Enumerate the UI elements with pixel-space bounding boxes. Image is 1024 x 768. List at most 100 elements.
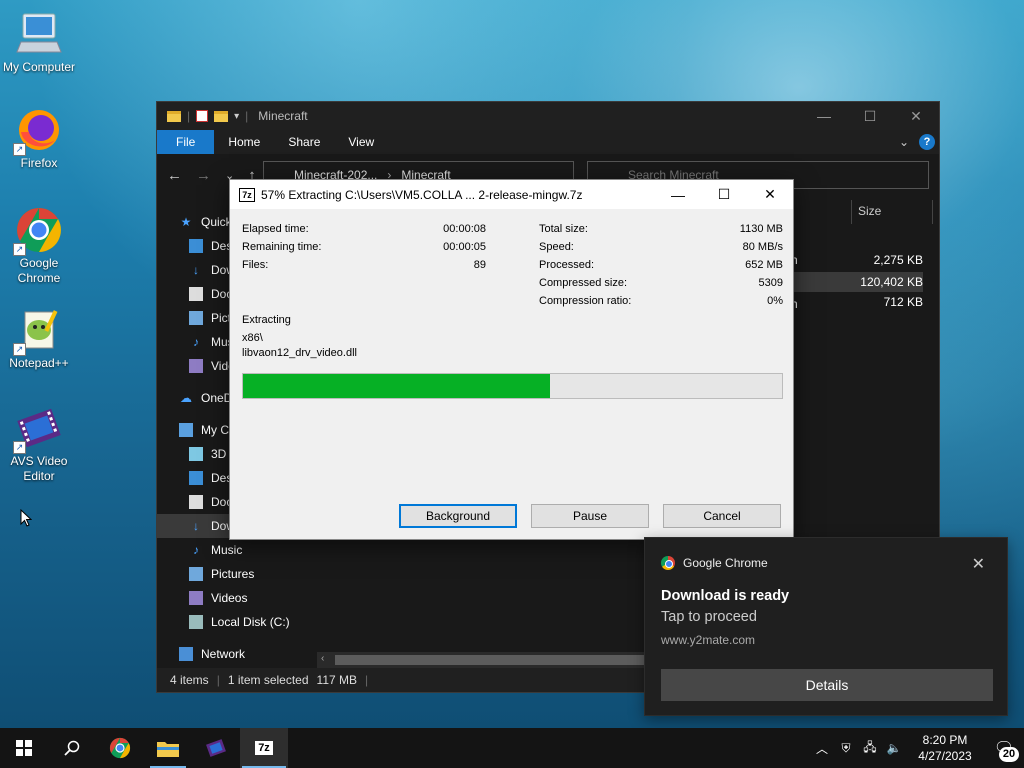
volume-icon[interactable]: 🔈 — [882, 741, 906, 755]
nav-item-videos[interactable]: Videos — [157, 586, 315, 610]
desktop-icon-label: Firefox — [20, 156, 58, 170]
quick-access-dropdown-icon[interactable]: ▾ — [234, 111, 239, 122]
computer-icon — [179, 423, 193, 437]
extraction-dialog[interactable]: 7z 57% Extracting C:\Users\VM5.COLLA ...… — [229, 179, 794, 540]
monitor-icon — [15, 10, 63, 58]
tab-home[interactable]: Home — [214, 130, 274, 154]
desktop-icon-my-computer[interactable]: My Computer — [0, 10, 79, 75]
minimize-icon[interactable]: — — [801, 102, 847, 130]
cube-icon — [189, 447, 203, 461]
tab-file[interactable]: File — [157, 130, 215, 154]
network-icon — [179, 647, 193, 661]
notepadpp-icon: ↗ — [13, 306, 63, 356]
firefox-icon: ↗ — [13, 106, 63, 156]
properties-icon[interactable] — [196, 110, 209, 122]
clock-date: 4/27/2023 — [918, 749, 972, 763]
back-arrow-icon[interactable]: ← — [167, 167, 182, 184]
nav-label: Pictures — [211, 567, 255, 581]
folder-icon — [157, 742, 179, 757]
close-icon[interactable]: ✕ — [747, 180, 793, 209]
start-button[interactable] — [0, 728, 48, 768]
progress-fill — [243, 374, 551, 398]
taskbar-7zip[interactable]: 7z — [240, 728, 288, 768]
download-icon: ↓ — [193, 519, 199, 533]
current-file-path: x86\ libvaon12_drv_video.dll — [242, 331, 357, 361]
chrome-icon — [109, 737, 131, 759]
elapsed-time-value: 00:00:08 — [443, 223, 486, 235]
chrome-icon — [661, 556, 675, 570]
current-directory: x86\ — [242, 332, 263, 344]
7zip-icon: 7z — [255, 741, 273, 755]
clock[interactable]: 8:20 PM 4/27/2023 — [906, 732, 984, 764]
close-icon[interactable]: ✕ — [972, 554, 985, 574]
show-hidden-icons-icon[interactable]: ︿ — [810, 740, 834, 757]
system-tray: ︿ ⛨ 🖧 🔈 8:20 PM 4/27/2023 🗨 20 — [810, 728, 1024, 768]
new-folder-icon[interactable] — [214, 110, 229, 122]
file-size[interactable]: 2,275 KB — [803, 250, 923, 270]
videos-icon — [189, 359, 203, 373]
separator: | — [245, 109, 249, 123]
speed-value: 80 MB/s — [742, 241, 783, 253]
dialog-title: 57% Extracting C:\Users\VM5.COLLA ... 2-… — [261, 187, 583, 202]
background-button[interactable]: Background — [399, 504, 517, 528]
close-icon[interactable]: ✕ — [893, 102, 939, 130]
tab-share[interactable]: Share — [274, 130, 334, 154]
videos-icon — [189, 591, 203, 605]
right-stat-labels: Total size: Speed: Processed: Compressed… — [539, 220, 669, 310]
taskbar-file-explorer[interactable] — [144, 728, 192, 768]
status-item-count: 4 items — [170, 673, 209, 687]
taskbar-avs-video-editor[interactable] — [192, 728, 240, 768]
file-size[interactable]: 712 KB — [803, 292, 923, 312]
tab-view[interactable]: View — [334, 130, 388, 154]
details-button[interactable]: Details — [661, 669, 993, 701]
chrome-notification[interactable]: Google Chrome ✕ Download is ready Tap to… — [644, 537, 1008, 716]
star-icon: ★ — [180, 215, 192, 229]
stat-label: Total size: — [539, 223, 588, 235]
network-icon[interactable]: 🖧 — [858, 738, 882, 759]
nav-item-network[interactable]: Network — [157, 642, 315, 666]
scroll-left-icon[interactable]: ‹ — [321, 653, 324, 664]
forward-arrow-icon[interactable]: → — [196, 167, 211, 184]
shortcut-arrow-icon: ↗ — [13, 343, 26, 356]
minimize-icon[interactable]: — — [655, 180, 701, 209]
chrome-icon: ↗ — [13, 206, 63, 256]
status-selected: 1 item selected — [227, 673, 309, 687]
shortcut-arrow-icon: ↗ — [13, 243, 26, 256]
nav-item-local-disk[interactable]: Local Disk (C:) — [157, 610, 315, 634]
help-icon[interactable]: ? — [919, 134, 935, 150]
stat-label: Compression ratio: — [539, 295, 632, 307]
nav-label: Network — [201, 647, 246, 661]
cancel-button[interactable]: Cancel — [663, 504, 781, 528]
search-button[interactable] — [48, 728, 96, 768]
notification-app-name: Google Chrome — [683, 556, 768, 570]
desktop-icon — [189, 239, 203, 253]
cloud-icon: ☁ — [180, 391, 192, 405]
expand-ribbon-icon[interactable]: ⌄ — [899, 135, 909, 149]
security-icon[interactable]: ⛨ — [834, 741, 858, 756]
maximize-icon[interactable]: ☐ — [701, 180, 747, 209]
total-size-value: 1130 MB — [739, 223, 783, 235]
desktop-icon-label: My Computer — [2, 60, 76, 74]
scrollbar-thumb[interactable] — [335, 655, 655, 665]
explorer-titlebar[interactable]: | ▾ | Minecraft — ☐ ✕ — [157, 102, 939, 130]
files-value: 89 — [473, 259, 486, 271]
desktop-icon-google-chrome[interactable]: ↗ Google Chrome — [0, 206, 79, 286]
maximize-icon[interactable]: ☐ — [847, 102, 893, 130]
action-center-button[interactable]: 🗨 20 — [984, 728, 1024, 768]
dialog-titlebar[interactable]: 7z 57% Extracting C:\Users\VM5.COLLA ...… — [230, 180, 793, 209]
column-header-size[interactable]: Size — [851, 200, 933, 224]
separator: | — [187, 109, 191, 123]
nav-item-music[interactable]: ♪ Music — [157, 538, 315, 562]
desktop-icon-firefox[interactable]: ↗ Firefox — [0, 106, 79, 171]
pause-button[interactable]: Pause — [531, 504, 649, 528]
music-icon: ♪ — [193, 335, 199, 349]
desktop-icon-notepadpp[interactable]: ↗ Notepad++ — [0, 306, 79, 371]
desktop-icon-avs-video-editor[interactable]: ↗ AVS Video Editor — [0, 404, 79, 484]
taskbar-chrome[interactable] — [96, 728, 144, 768]
right-stat-values: 1130 MB 80 MB/s 652 MB 5309 0% — [700, 220, 783, 310]
clock-time: 8:20 PM — [922, 733, 968, 747]
shortcut-arrow-icon: ↗ — [13, 143, 26, 156]
nav-item-pictures[interactable]: Pictures — [157, 562, 315, 586]
drive-icon — [189, 615, 203, 629]
stat-label: Remaining time: — [242, 241, 322, 253]
